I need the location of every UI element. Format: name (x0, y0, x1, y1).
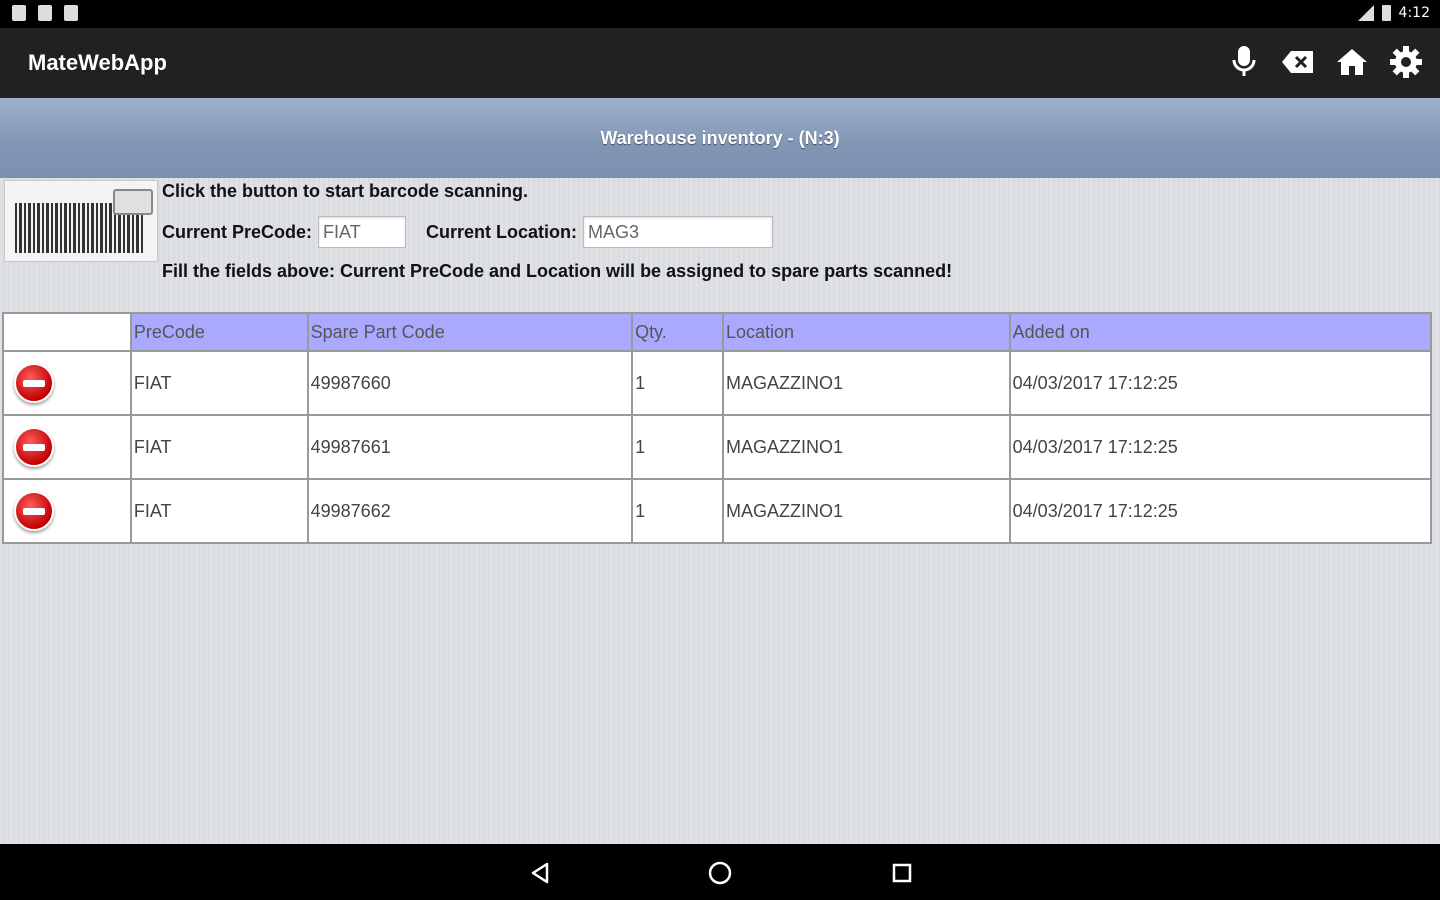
delete-row-button[interactable] (14, 363, 54, 403)
cell-part-code: 49987661 (306, 414, 634, 480)
inventory-table: PreCode Spare Part Code Qty. Location Ad… (2, 312, 1433, 544)
location-label: Current Location: (426, 221, 578, 242)
table-row: FIAT 49987661 1 MAGAZZINO1 04/03/2017 17… (2, 414, 1433, 480)
home-button[interactable] (1332, 42, 1372, 82)
header-actions (2, 312, 132, 352)
content-area: Warehouse inventory - (N:3) Click the bu… (0, 98, 1440, 844)
status-time: 4:12 (1398, 5, 1430, 21)
app-title: MateWebApp (28, 50, 167, 75)
microphone-icon (1232, 46, 1256, 76)
scan-panel: Click the button to start barcode scanni… (4, 180, 1440, 300)
cell-added-on: 04/03/2017 17:12:25 (1008, 414, 1433, 480)
location-input[interactable] (583, 216, 774, 248)
notification-icon (12, 5, 26, 21)
scan-instruction: Click the button to start barcode scanni… (162, 181, 529, 201)
notification-icon-2 (64, 5, 78, 21)
row-actions (2, 414, 132, 480)
app-actions (1224, 42, 1426, 82)
signal-icon (1357, 5, 1374, 21)
cell-added-on: 04/03/2017 17:12:25 (1008, 478, 1433, 544)
delete-row-button[interactable] (14, 427, 54, 467)
battery-icon (1381, 5, 1391, 21)
navigation-bar (0, 846, 1440, 900)
n-icon (38, 5, 52, 21)
table-header-row: PreCode Spare Part Code Qty. Location Ad… (2, 312, 1433, 352)
row-actions (2, 350, 132, 416)
back-icon (531, 862, 549, 884)
cell-location: MAGAZZINO1 (722, 478, 1011, 544)
recents-button[interactable] (888, 859, 916, 887)
settings-button[interactable] (1386, 42, 1426, 82)
header-qty: Qty. (631, 312, 724, 352)
barcode-scan-button[interactable] (4, 180, 158, 262)
fill-note: Fill the fields above: Current PreCode a… (162, 261, 953, 281)
table-row: FIAT 49987660 1 MAGAZZINO1 04/03/2017 17… (2, 350, 1433, 416)
home-icon (1337, 49, 1367, 75)
table-row: FIAT 49987662 1 MAGAZZINO1 04/03/2017 17… (2, 478, 1433, 544)
header-location: Location (722, 312, 1011, 352)
recents-icon (892, 863, 912, 883)
scanner-icon (113, 189, 153, 215)
backspace-button[interactable] (1278, 42, 1318, 82)
microphone-button[interactable] (1224, 42, 1264, 82)
cell-qty: 1 (631, 350, 724, 416)
header-added-on: Added on (1008, 312, 1433, 352)
home-circle-icon (708, 861, 732, 885)
delete-row-button[interactable] (14, 491, 54, 531)
precode-input[interactable] (318, 216, 407, 248)
app-bar: MateWebApp (0, 28, 1440, 98)
cell-qty: 1 (631, 414, 724, 480)
cell-precode: FIAT (129, 350, 309, 416)
cell-added-on: 04/03/2017 17:12:25 (1008, 350, 1433, 416)
status-left-icons (12, 5, 78, 21)
cell-qty: 1 (631, 478, 724, 544)
page-header: Warehouse inventory - (N:3) (0, 98, 1440, 178)
cell-precode: FIAT (129, 478, 309, 544)
cell-part-code: 49987660 (306, 350, 634, 416)
header-spare-part-code: Spare Part Code (306, 312, 634, 352)
backspace-icon (1282, 51, 1313, 73)
cell-part-code: 49987662 (306, 478, 634, 544)
home-nav-button[interactable] (706, 859, 734, 887)
status-bar: 4:12 (0, 0, 1440, 28)
gear-icon (1390, 46, 1422, 78)
cell-location: MAGAZZINO1 (722, 350, 1011, 416)
cell-location: MAGAZZINO1 (722, 414, 1011, 480)
page-title: Warehouse inventory - (N:3) (600, 127, 840, 148)
header-precode: PreCode (129, 312, 309, 352)
back-button[interactable] (526, 859, 554, 887)
fields-row: Current PreCode: Current Location: (162, 216, 774, 248)
cell-precode: FIAT (129, 414, 309, 480)
row-actions (2, 478, 132, 544)
precode-label: Current PreCode: (162, 221, 313, 242)
status-right: 4:12 (1357, 5, 1430, 21)
